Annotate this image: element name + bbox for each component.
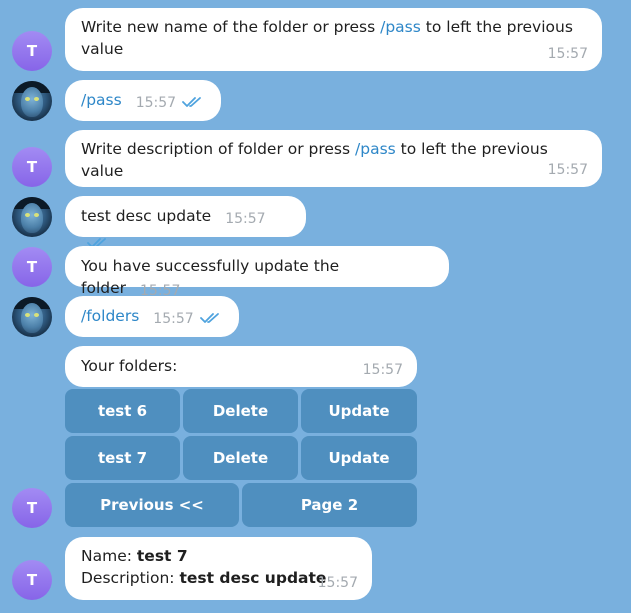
update-button[interactable]: Update — [301, 436, 417, 480]
delete-button[interactable]: Delete — [183, 436, 298, 480]
folders-command-link[interactable]: /folders — [81, 307, 139, 325]
avatar-letter: T — [26, 258, 38, 276]
update-button[interactable]: Update — [301, 389, 417, 433]
bot-avatar[interactable]: T — [12, 147, 52, 187]
message-text: test desc update — [81, 207, 212, 225]
avatar-letter: T — [26, 499, 38, 517]
avatar-face — [21, 203, 43, 233]
message-bubble: Write description of folder or press /pa… — [65, 130, 602, 187]
description-value: test desc update — [179, 569, 327, 587]
message-text: You have successfully update the folder — [81, 257, 340, 297]
message-bubble: Write new name of the folder or press /p… — [65, 8, 602, 71]
user-avatar[interactable] — [12, 297, 52, 337]
avatar-letter: T — [26, 571, 38, 589]
double-check-icon — [182, 92, 202, 114]
delete-button[interactable]: Delete — [183, 389, 298, 433]
message-bubble: /pass 15:57 — [65, 80, 221, 121]
avatar-letter: T — [26, 158, 38, 176]
page-2-button[interactable]: Page 2 — [242, 483, 417, 527]
message-text: Write description of folder or press — [81, 140, 356, 158]
pass-command-link[interactable]: /pass — [81, 91, 122, 109]
message-bubble: test desc update 15:57 — [65, 196, 306, 248]
double-check-icon — [199, 308, 220, 330]
previous-page-button[interactable]: Previous << — [65, 483, 239, 527]
avatar-letter: T — [26, 42, 38, 60]
message-bubble: Your folders: 15:57 — [65, 346, 417, 387]
message-bubble: Name: test 7 Description: test desc upda… — [65, 537, 372, 600]
message-bubble: /folders 15:57 — [65, 296, 239, 337]
avatar-eye — [25, 313, 30, 317]
avatar-eye — [34, 313, 39, 317]
pass-command-link[interactable]: /pass — [380, 18, 421, 36]
message-text: Write new name of the folder or press — [81, 18, 381, 36]
name-label: Name: — [81, 547, 137, 565]
message-bubble: You have successfully update the folder 1… — [65, 246, 449, 299]
folder-button-test-7[interactable]: test 7 — [65, 436, 180, 480]
avatar-eye — [34, 213, 39, 217]
folder-name-line: Name: test 7 — [81, 545, 356, 567]
message-time: 15:57 — [153, 311, 194, 327]
message-time: 15:57 — [547, 46, 588, 62]
folder-button-test-6[interactable]: test 6 — [65, 389, 180, 433]
avatar-eye — [25, 213, 30, 217]
bot-avatar[interactable]: T — [12, 247, 52, 287]
message-time: 15:57 — [225, 211, 266, 227]
bot-avatar[interactable]: T — [12, 31, 52, 71]
bot-avatar[interactable]: T — [12, 488, 52, 528]
pass-command-link[interactable]: /pass — [355, 140, 396, 158]
description-label: Description: — [81, 569, 180, 587]
message-time: 15:57 — [547, 162, 588, 178]
message-time: 15:57 — [317, 575, 358, 591]
user-avatar[interactable] — [12, 81, 52, 121]
name-value: test 7 — [136, 547, 188, 565]
avatar-eye — [25, 97, 30, 101]
avatar-face — [21, 87, 43, 117]
chat-area: T Write new name of the folder or press … — [0, 0, 631, 613]
bot-avatar[interactable]: T — [12, 560, 52, 600]
user-avatar[interactable] — [12, 197, 52, 237]
avatar-eye — [34, 97, 39, 101]
message-time: 15:57 — [135, 95, 177, 111]
message-time: 15:57 — [362, 362, 403, 378]
message-text: Your folders: — [81, 357, 178, 375]
avatar-face — [21, 303, 43, 333]
folder-description-line: Description: test desc update — [81, 567, 356, 589]
